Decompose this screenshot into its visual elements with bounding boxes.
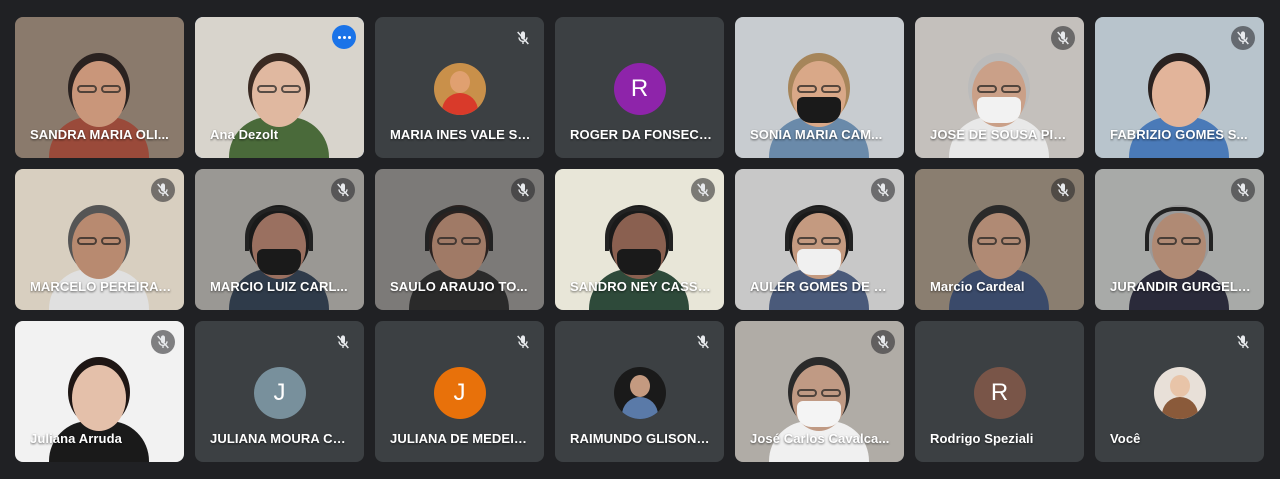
mic-off-icon <box>331 178 355 202</box>
avatar <box>433 63 486 115</box>
avatar-letter: J <box>453 379 466 406</box>
participant-tile[interactable]: J JULIANA DE MEDEIR... <box>375 321 544 462</box>
participant-name: JOSE DE SOUSA PIN... <box>930 127 1072 142</box>
participant-tile[interactable]: RAIMUNDO GLISON P... <box>555 321 724 462</box>
mic-off-icon <box>511 178 535 202</box>
participant-name: RAIMUNDO GLISON P... <box>570 431 712 446</box>
avatar: R <box>613 63 666 115</box>
participant-tile[interactable]: SANDRA MARIA OLI... <box>15 17 184 158</box>
participant-tile[interactable]: MARCELO PEREIRA ... <box>15 169 184 310</box>
participant-tile[interactable]: JURANDIR GURGEL ... <box>1095 169 1264 310</box>
mic-off-icon <box>331 330 355 354</box>
participant-name: FABRIZIO GOMES S... <box>1110 127 1248 142</box>
participant-grid: SANDRA MARIA OLI... Ana Dezolt MARIA INES … <box>15 17 1264 462</box>
participant-name: JULIANA MOURA CA... <box>210 431 352 446</box>
participant-name: Você <box>1110 431 1141 446</box>
participant-name: AULER GOMES DE S... <box>750 279 892 294</box>
mic-off-icon <box>691 178 715 202</box>
participant-name: ROGER DA FONSECA ... <box>570 127 712 142</box>
mic-off-icon <box>1231 330 1255 354</box>
avatar <box>1153 367 1206 419</box>
avatar <box>613 367 666 419</box>
participant-name: SANDRA MARIA OLI... <box>30 127 169 142</box>
mic-off-icon <box>871 178 895 202</box>
mic-off-icon <box>1231 26 1255 50</box>
participant-tile[interactable]: FABRIZIO GOMES S... <box>1095 17 1264 158</box>
participant-name: SONIA MARIA CAM... <box>750 127 883 142</box>
participant-name: Marcio Cardeal <box>930 279 1025 294</box>
participant-name: José Carlos Cavalca... <box>750 431 890 446</box>
participant-tile[interactable]: SANDRO NEY CASSI... <box>555 169 724 310</box>
more-options-icon[interactable] <box>332 25 356 49</box>
participant-tile[interactable]: MARCIO LUIZ CARL... <box>195 169 364 310</box>
participant-tile[interactable]: Ana Dezolt <box>195 17 364 158</box>
participant-name: SANDRO NEY CASSI... <box>570 279 712 294</box>
participant-name: MARCIO LUIZ CARL... <box>210 279 348 294</box>
avatar: J <box>433 367 486 419</box>
participant-tile[interactable]: Marcio Cardeal <box>915 169 1084 310</box>
mic-off-icon <box>691 330 715 354</box>
participant-tile[interactable]: R ROGER DA FONSECA ... <box>555 17 724 158</box>
mic-off-icon <box>511 330 535 354</box>
participant-name: Ana Dezolt <box>210 127 279 142</box>
participant-tile[interactable]: Juliana Arruda <box>15 321 184 462</box>
participant-tile[interactable]: MARIA INES VALE SIL... <box>375 17 544 158</box>
participant-tile[interactable]: Você <box>1095 321 1264 462</box>
avatar-letter: R <box>630 75 649 102</box>
participant-tile[interactable]: SONIA MARIA CAM... <box>735 17 904 158</box>
mic-off-icon <box>1051 178 1075 202</box>
mic-off-icon <box>1051 26 1075 50</box>
participant-tile[interactable]: J JULIANA MOURA CA... <box>195 321 364 462</box>
participant-name: Rodrigo Speziali <box>930 431 1034 446</box>
participant-name: Juliana Arruda <box>30 431 122 446</box>
mic-off-icon <box>151 178 175 202</box>
mic-off-icon <box>871 330 895 354</box>
participant-name: SAULO ARAUJO TO... <box>390 279 528 294</box>
participant-name: MARCELO PEREIRA ... <box>30 279 172 294</box>
mic-off-icon <box>511 26 535 50</box>
avatar: R <box>973 367 1026 419</box>
participant-tile[interactable]: JOSE DE SOUSA PIN... <box>915 17 1084 158</box>
participant-tile[interactable]: José Carlos Cavalca... <box>735 321 904 462</box>
participant-name: JULIANA DE MEDEIR... <box>390 431 532 446</box>
mic-off-icon <box>151 330 175 354</box>
participant-name: MARIA INES VALE SIL... <box>390 127 532 142</box>
participant-tile[interactable]: R Rodrigo Speziali <box>915 321 1084 462</box>
participant-tile[interactable]: SAULO ARAUJO TO... <box>375 169 544 310</box>
avatar-letter: J <box>273 379 286 406</box>
avatar-letter: R <box>990 379 1009 406</box>
participant-name: JURANDIR GURGEL ... <box>1110 279 1252 294</box>
participant-tile[interactable]: AULER GOMES DE S... <box>735 169 904 310</box>
mic-off-icon <box>1231 178 1255 202</box>
avatar: J <box>253 367 306 419</box>
